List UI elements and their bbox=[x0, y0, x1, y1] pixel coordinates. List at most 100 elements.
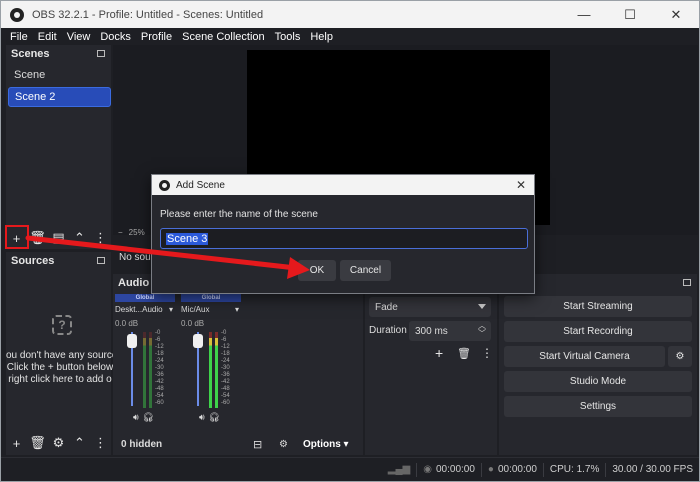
menu-docks[interactable]: Docks bbox=[95, 31, 136, 43]
help-icon: ? bbox=[52, 315, 72, 335]
zoom-level: 25% bbox=[128, 227, 145, 237]
volume-slider-handle[interactable] bbox=[193, 334, 203, 348]
sources-toolbar: + 🗑 ⚙ ⌃ ⋮ bbox=[6, 432, 111, 454]
chevron-down-icon bbox=[478, 304, 486, 309]
channel-name: Mic/Aux bbox=[181, 305, 210, 314]
obs-logo-icon bbox=[159, 179, 170, 191]
channel-name: Deskt...Audio bbox=[115, 305, 163, 314]
zoom-out-icon[interactable]: − bbox=[118, 228, 123, 237]
channel-menu-icon[interactable]: ▾ bbox=[169, 305, 173, 314]
stream-icon: ◉ bbox=[423, 464, 432, 475]
start-virtual-camera-button[interactable]: Start Virtual Camera bbox=[504, 346, 665, 367]
mixer-footer: 0 hidden ⊟ ⚙ Options ▾ bbox=[113, 434, 363, 454]
fps-display: 30.00 / 30.00 FPS bbox=[612, 464, 693, 475]
start-recording-button[interactable]: Start Recording bbox=[504, 321, 692, 342]
no-source-label: No sou bbox=[119, 251, 151, 263]
menu-help[interactable]: Help bbox=[305, 31, 338, 43]
trash-icon[interactable]: 🗑 bbox=[457, 347, 471, 360]
more-icon[interactable]: ⋮ bbox=[90, 434, 111, 452]
studio-mode-button[interactable]: Studio Mode bbox=[504, 371, 692, 392]
gear-icon[interactable]: ⚙ bbox=[48, 434, 69, 452]
sources-dock-title: Sources bbox=[6, 252, 111, 270]
scenes-dock-title: Scenes bbox=[6, 45, 111, 63]
empty-line-2: Click the + button below bbox=[6, 362, 114, 373]
transitions-dock: Fade Duration 300 ms ︿ ﹀ + 🗑 ⋮ bbox=[365, 274, 497, 455]
add-source-button[interactable]: + bbox=[6, 434, 27, 452]
speaker-icon[interactable]: 🔊︎ bbox=[133, 412, 139, 423]
move-up-icon[interactable]: ⌃ bbox=[69, 434, 90, 452]
empty-line-3: right click here to add o bbox=[8, 374, 112, 385]
sources-title: Sources bbox=[11, 255, 55, 267]
menu-file[interactable]: File bbox=[5, 31, 33, 43]
dock-float-icon[interactable] bbox=[97, 257, 105, 264]
close-icon[interactable]: ✕ bbox=[516, 178, 526, 192]
headphones-icon[interactable]: 🎧︎ bbox=[209, 412, 220, 423]
layout-icon[interactable]: ⊟ bbox=[253, 438, 262, 451]
dock-float-icon[interactable] bbox=[97, 50, 105, 57]
speaker-icon[interactable]: 🔊︎ bbox=[199, 412, 205, 423]
record-time: 00:00:00 bbox=[497, 464, 537, 475]
obs-logo-icon bbox=[10, 7, 24, 22]
settings-button[interactable]: Settings bbox=[504, 396, 692, 417]
minimize-button[interactable]: — bbox=[561, 1, 607, 28]
advanced-audio-icon[interactable]: ⚙ bbox=[279, 439, 288, 450]
level-meter bbox=[209, 332, 212, 408]
mixer-channel-mic: Global Mic/Aux ▾ 0.0 dB -0 -6 -12 -18 -24 -30-… bbox=[181, 294, 241, 444]
menu-profile[interactable]: Profile bbox=[136, 31, 177, 43]
filter-icon[interactable]: ▤ bbox=[48, 229, 69, 247]
trash-icon[interactable]: 🗑 bbox=[27, 434, 48, 452]
menu-bar: File Edit View Docks Profile Scene Colle… bbox=[1, 28, 699, 45]
record-icon: ● bbox=[487, 464, 494, 475]
sources-dock[interactable]: Sources ? ou don't have any source Click… bbox=[6, 252, 114, 455]
dock-float-icon[interactable] bbox=[683, 279, 691, 286]
channel-db: 0.0 dB bbox=[181, 319, 205, 328]
volume-slider-handle[interactable] bbox=[127, 334, 137, 348]
channel-db: 0.0 dB bbox=[115, 319, 139, 328]
move-up-icon[interactable]: ⌃ bbox=[69, 229, 90, 247]
cancel-button[interactable]: Cancel bbox=[340, 260, 391, 281]
dialog-message: Please enter the name of the scene bbox=[160, 209, 318, 220]
trash-icon[interactable]: 🗑 bbox=[27, 229, 48, 247]
meter-scale: -0 -6 -12 -18 -24 -30 -36 -42 -48 -54 -60 bbox=[221, 330, 230, 406]
more-icon[interactable]: ⋮ bbox=[481, 346, 493, 360]
stream-time: 00:00:00 bbox=[435, 464, 475, 475]
scenes-title: Scenes bbox=[11, 48, 50, 60]
scene-name-input[interactable]: Scene 3 bbox=[160, 228, 528, 249]
add-transition-icon[interactable]: + bbox=[435, 345, 443, 361]
channel-menu-icon[interactable]: ▾ bbox=[235, 305, 239, 314]
scene-item[interactable]: Scene bbox=[8, 65, 111, 85]
more-icon[interactable]: ⋮ bbox=[90, 229, 111, 247]
start-streaming-button[interactable]: Start Streaming bbox=[504, 296, 692, 317]
options-button[interactable]: Options ▾ bbox=[303, 439, 349, 450]
scene-item-selected[interactable]: Scene 2 bbox=[8, 87, 111, 107]
window-title: OBS 32.2.1 - Profile: Untitled - Scenes:… bbox=[32, 8, 264, 21]
ok-button[interactable]: OK bbox=[298, 260, 336, 281]
zoom-controls: − 25% bbox=[113, 225, 153, 239]
menu-scene-collection[interactable]: Scene Collection bbox=[177, 31, 270, 43]
close-button[interactable]: ✕ bbox=[653, 1, 699, 28]
headphones-icon[interactable]: 🎧︎ bbox=[143, 412, 154, 423]
duration-input[interactable]: 300 ms ︿ ﹀ bbox=[409, 321, 491, 341]
transition-select[interactable]: Fade bbox=[369, 297, 491, 317]
maximize-button[interactable]: ☐ bbox=[607, 1, 653, 28]
duration-label: Duration bbox=[369, 325, 407, 336]
level-meter bbox=[215, 332, 218, 408]
gear-icon[interactable]: ⚙ bbox=[668, 346, 692, 367]
hidden-count: 0 hidden bbox=[121, 438, 163, 450]
stepper-icon[interactable]: ︿ ﹀ bbox=[478, 322, 486, 338]
obs-window: OBS 32.2.1 - Profile: Untitled - Scenes:… bbox=[0, 0, 700, 482]
menu-edit[interactable]: Edit bbox=[33, 31, 62, 43]
menu-tools[interactable]: Tools bbox=[270, 31, 306, 43]
add-scene-dialog: Add Scene ✕ Please enter the name of the… bbox=[151, 174, 535, 294]
menu-view[interactable]: View bbox=[62, 31, 96, 43]
level-meter bbox=[143, 332, 146, 408]
audio-mixer-dock: Audio M Global Deskt...Audio ▾ 0.0 dB -0-… bbox=[113, 274, 363, 455]
status-bar: ▂▄▆ ◉ 00:00:00 ● 00:00:00 CPU: 1.7% 30.0… bbox=[1, 457, 699, 481]
scene-name-value: Scene 3 bbox=[166, 232, 209, 245]
controls-dock: ls Start Streaming Start Recording Start… bbox=[499, 274, 697, 455]
signal-icon: ▂▄▆ bbox=[387, 464, 411, 475]
dialog-title: Add Scene bbox=[176, 179, 225, 191]
mixer-channel-desktop: Global Deskt...Audio ▾ 0.0 dB -0 -6 -12 -18-… bbox=[115, 294, 175, 444]
title-bar: OBS 32.2.1 - Profile: Untitled - Scenes:… bbox=[1, 1, 699, 28]
global-badge: Global bbox=[181, 294, 241, 302]
